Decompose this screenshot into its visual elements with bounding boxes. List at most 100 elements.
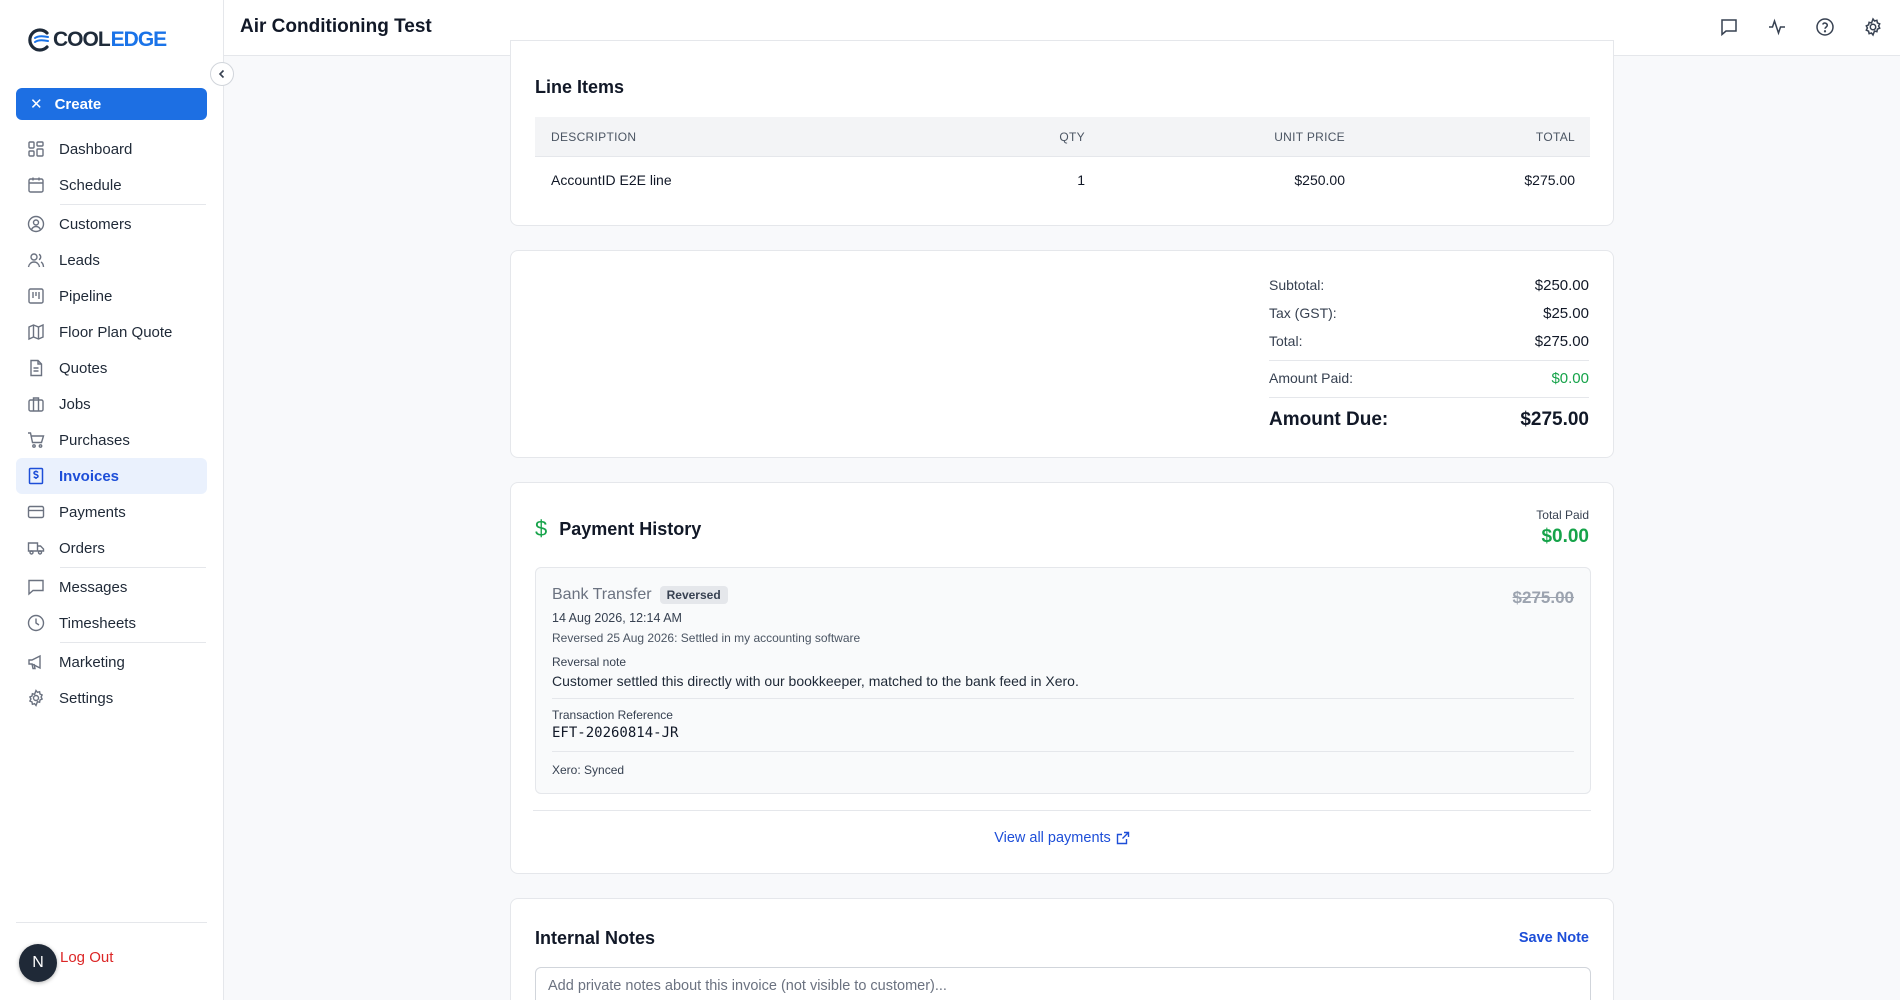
transaction-reference-label: Transaction Reference [552,708,673,722]
gear-icon [27,689,45,707]
amount-paid-label: Amount Paid: [1269,370,1354,386]
subtotal-label: Subtotal: [1269,277,1325,293]
clock-icon [27,614,45,632]
chat-icon [27,578,45,596]
view-all-payments-link[interactable]: View all payments [511,830,1613,846]
sidebar-item-jobs[interactable]: Jobs [16,386,207,422]
help-icon[interactable] [1814,16,1836,38]
amount-due-value: $275.00 [1520,409,1589,430]
entry-divider [552,698,1574,699]
sidebar-item-label: Orders [59,539,105,557]
sidebar-item-leads[interactable]: Leads [16,242,207,278]
column-header-unit-price: UNIT PRICE [1274,129,1345,144]
amount-due-label: Amount Due: [1269,409,1389,430]
column-header-qty: QTY [1059,129,1085,144]
sidebar-item-label: Invoices [59,467,120,485]
cart-icon [27,431,45,449]
header-actions [1718,16,1884,38]
sidebar-item-pipeline[interactable]: Pipeline [16,278,207,314]
internal-notes-title: Internal Notes [535,928,656,948]
sidebar-item-label: Messages [59,578,128,596]
chat-icon[interactable] [1718,16,1740,38]
brand-part1: COOL [53,28,111,51]
sidebar-item-invoices[interactable]: Invoices [16,458,207,494]
nav-divider [60,204,206,205]
table-row: AccountID E2E line 1 $250.00 $275.00 [535,157,1590,203]
payment-method-label: Bank Transfer [552,586,652,603]
truck-icon [27,539,45,557]
sidebar-item-quotes[interactable]: Quotes [16,350,207,386]
sidebar-nav: Dashboard Schedule Customers Leads Pipel… [16,131,207,716]
internal-notes-card: Internal Notes Save Note [510,898,1614,1000]
logout-button[interactable]: Log Out [60,948,113,968]
gear-icon[interactable] [1862,16,1884,38]
sidebar-item-purchases[interactable]: Purchases [16,422,207,458]
create-label: Create [54,95,102,113]
line-items-table: DESCRIPTION QTY UNIT PRICE TOTAL Account… [535,117,1590,203]
amount-paid-row: Amount Paid: $0.00 [1269,370,1589,387]
brand-logo[interactable]: COOL EDGE [26,27,168,53]
collapse-sidebar-button[interactable] [210,62,234,86]
sidebar-item-customers[interactable]: Customers [16,206,207,242]
sidebar-item-label: Quotes [59,359,108,377]
sidebar-item-schedule[interactable]: Schedule [16,167,207,203]
tax-value: $25.00 [1543,305,1589,322]
briefcase-icon [27,395,45,413]
create-button[interactable]: ✕ Create [16,88,207,120]
megaphone-icon [27,653,45,671]
sidebar: COOL EDGE ✕ Create Dashboard Schedule Cus… [0,0,224,1000]
sidebar-item-dashboard[interactable]: Dashboard [16,131,207,167]
sidebar-item-label: Dashboard [59,140,133,158]
sidebar-item-floor-plan-quote[interactable]: Floor Plan Quote [16,314,207,350]
internal-notes-input[interactable] [535,967,1591,1000]
total-paid-label: Total Paid [1536,508,1589,522]
cell-unit-price: $250.00 [1294,172,1345,188]
sidebar-item-label: Payments [59,503,126,521]
activity-icon[interactable] [1766,16,1788,38]
sidebar-item-orders[interactable]: Orders [16,530,207,566]
sidebar-item-label: Leads [59,251,100,269]
entry-divider [552,751,1574,752]
total-paid-value: $0.00 [1541,526,1589,547]
tax-row: Tax (GST): $25.00 [1269,305,1589,322]
tax-label: Tax (GST): [1269,305,1337,321]
total-label: Total: [1269,333,1303,349]
payment-entry: Bank Transfer Reversed $275.00 14 Aug 20… [535,567,1591,794]
brand-part2: EDGE [110,28,168,51]
sidebar-item-label: Floor Plan Quote [59,323,173,341]
sidebar-item-label: Jobs [59,395,91,413]
document-icon [27,359,45,377]
reversal-note: Customer settled this directly with our … [552,673,1079,689]
calendar-icon [27,176,45,194]
transaction-reference: EFT-20260814-JR [552,725,679,741]
column-header-description: DESCRIPTION [551,129,637,144]
totals-divider [1269,397,1589,398]
dollar-icon: $ [535,516,548,541]
nav-divider [60,567,206,568]
dashboard-icon [27,140,45,158]
total-row: Total: $275.00 [1269,333,1589,350]
amount-paid-value: $0.00 [1551,370,1589,387]
column-header-total: TOTAL [1535,129,1575,144]
totals-divider [1269,360,1589,361]
reversal-info: Reversed 25 Aug 2026: Settled in my acco… [552,631,861,645]
total-value: $275.00 [1534,333,1589,350]
cell-description: AccountID E2E line [551,172,672,188]
totals-card: Subtotal: $250.00 Tax (GST): $25.00 Tota… [510,250,1614,458]
sidebar-item-timesheets[interactable]: Timesheets [16,605,207,641]
payment-history-heading: $ Payment History [535,516,701,542]
sidebar-item-settings[interactable]: Settings [16,680,207,716]
save-note-button[interactable]: Save Note [1519,930,1589,946]
sidebar-item-label: Pipeline [59,287,113,305]
invoice-icon [27,467,45,485]
user-circle-icon [27,215,45,233]
sidebar-item-marketing[interactable]: Marketing [16,644,207,680]
sidebar-item-messages[interactable]: Messages [16,569,207,605]
sidebar-item-payments[interactable]: Payments [16,494,207,530]
sidebar-item-label: Schedule [59,176,122,194]
credit-card-icon [27,503,45,521]
chevron-left-icon [218,69,225,79]
status-badge: Reversed [659,586,728,604]
cell-total: $275.00 [1524,172,1575,188]
avatar[interactable]: N [19,944,57,982]
